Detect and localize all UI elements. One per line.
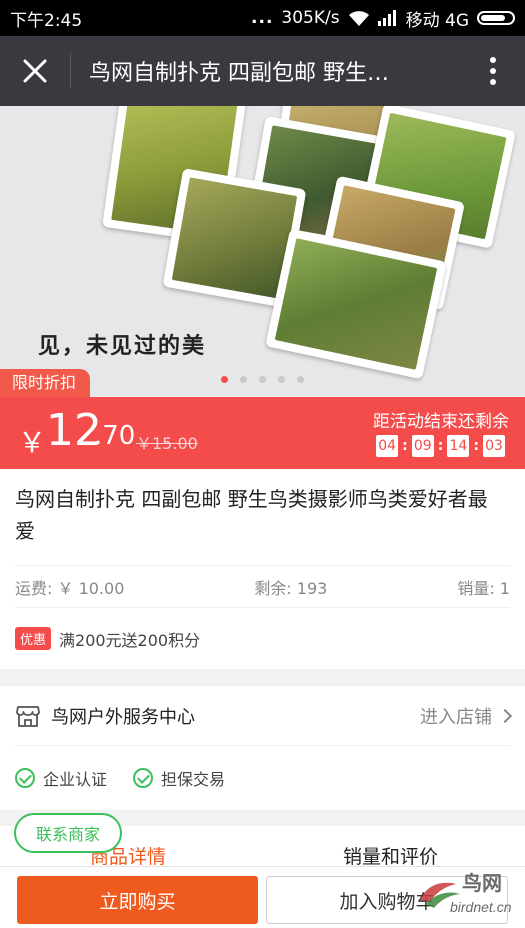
enter-shop-link[interactable]: 进入店铺 bbox=[420, 703, 513, 729]
network-speed: 305K/s bbox=[281, 8, 340, 28]
shipping-fee: 运费: ￥ 10.00 bbox=[15, 578, 125, 598]
more-button[interactable] bbox=[461, 57, 525, 85]
countdown-separator: : bbox=[437, 438, 444, 454]
verified-badge: 企业认证 bbox=[15, 766, 107, 790]
add-to-cart-button[interactable]: 加入购物车 bbox=[266, 876, 508, 924]
product-image-carousel[interactable]: 见，未见过的美 bbox=[0, 106, 525, 396]
price-decimal: .70 bbox=[94, 421, 136, 451]
banner-caption: 见，未见过的美 bbox=[38, 333, 207, 359]
chevron-right-icon bbox=[497, 708, 513, 723]
page-title: 鸟网自制扑克 四副包邮 野生… bbox=[89, 61, 389, 86]
shop-badges: 企业认证 担保交易 bbox=[15, 746, 225, 810]
stock-remaining: 剩余: 193 bbox=[254, 578, 328, 598]
shop-section: 鸟网户外服务中心 进入店铺 企业认证 担保交易 bbox=[0, 686, 525, 810]
bottom-action-bar: 立即购买 加入购物车 bbox=[0, 866, 525, 928]
close-icon bbox=[23, 59, 47, 83]
status-bar: 下午2:45 ... 305K/s 移动 4G bbox=[0, 0, 525, 36]
flash-sale-tag: 限时折扣 bbox=[0, 369, 91, 397]
product-page: 下午2:45 ... 305K/s 移动 4G 鸟网自制扑克 四副包邮 野生… bbox=[0, 0, 525, 928]
status-time: 下午2:45 bbox=[10, 10, 83, 31]
countdown-minutes: 14 bbox=[447, 435, 470, 457]
check-circle-icon bbox=[15, 768, 35, 788]
battery-icon bbox=[477, 11, 515, 25]
carousel-dot[interactable] bbox=[221, 376, 228, 383]
promo-badge: 优惠 bbox=[15, 627, 52, 650]
carousel-dot[interactable] bbox=[278, 376, 285, 383]
original-price: ￥15.00 bbox=[136, 434, 198, 453]
countdown-separator: : bbox=[473, 438, 479, 454]
status-indicators: ... 305K/s 移动 4G bbox=[251, 6, 515, 31]
badge-label: 企业认证 bbox=[43, 770, 108, 789]
wifi-icon bbox=[348, 11, 369, 26]
countdown-timer: 04 : 09 : 14 : 03 bbox=[376, 435, 505, 457]
more-vertical-icon bbox=[490, 68, 496, 74]
product-info: 鸟网自制扑克 四副包邮 野生鸟类摄影师鸟类爱好者最爱 运费: ￥ 10.00 剩… bbox=[0, 469, 525, 669]
carrier-label: 移动 4G bbox=[405, 10, 469, 31]
buy-now-button[interactable]: 立即购买 bbox=[17, 876, 258, 924]
carousel-dot[interactable] bbox=[240, 376, 247, 383]
more-vertical-icon bbox=[490, 79, 496, 85]
close-button[interactable] bbox=[0, 36, 70, 106]
signal-icon bbox=[377, 10, 396, 26]
check-circle-icon bbox=[133, 768, 154, 788]
product-title: 鸟网自制扑克 四副包邮 野生鸟类摄影师鸟类爱好者最爱 bbox=[15, 487, 488, 543]
more-vertical-icon bbox=[490, 57, 496, 63]
title-bar: 鸟网自制扑克 四副包邮 野生… bbox=[0, 36, 525, 106]
countdown-label: 距活动结束还剩余 bbox=[373, 412, 509, 432]
enter-shop-label: 进入店铺 bbox=[420, 706, 492, 728]
countdown-seconds: 03 bbox=[483, 435, 505, 457]
sales-count: 销量: 1 bbox=[457, 578, 510, 598]
shop-row[interactable]: 鸟网户外服务中心 进入店铺 bbox=[15, 686, 513, 746]
notification-dots: ... bbox=[251, 8, 274, 28]
countdown-days: 04 bbox=[376, 435, 399, 457]
store-icon bbox=[16, 705, 40, 727]
guarantee-badge: 担保交易 bbox=[133, 766, 225, 790]
contact-seller-button[interactable]: 联系商家 bbox=[14, 813, 122, 853]
badge-label: 担保交易 bbox=[161, 770, 226, 789]
price-currency: ￥ bbox=[18, 426, 47, 459]
countdown-hours: 09 bbox=[411, 435, 434, 457]
shop-name: 鸟网户外服务中心 bbox=[51, 706, 195, 728]
promo-text: 满200元送200积分 bbox=[59, 630, 201, 650]
tab-sales-reviews[interactable]: 销量和评价 bbox=[343, 842, 438, 869]
countdown-separator: : bbox=[402, 438, 408, 454]
price-bar: ￥ 12 .70 ￥15.00 距活动结束还剩余 04 : 09 : 14 : … bbox=[0, 397, 525, 469]
carousel-dot[interactable] bbox=[259, 376, 266, 383]
promo-row: 优惠 满200元送200积分 bbox=[15, 607, 510, 669]
carousel-dot[interactable] bbox=[297, 376, 304, 383]
product-meta-row: 运费: ￥ 10.00 剩余: 193 销量: 1 bbox=[15, 565, 510, 607]
